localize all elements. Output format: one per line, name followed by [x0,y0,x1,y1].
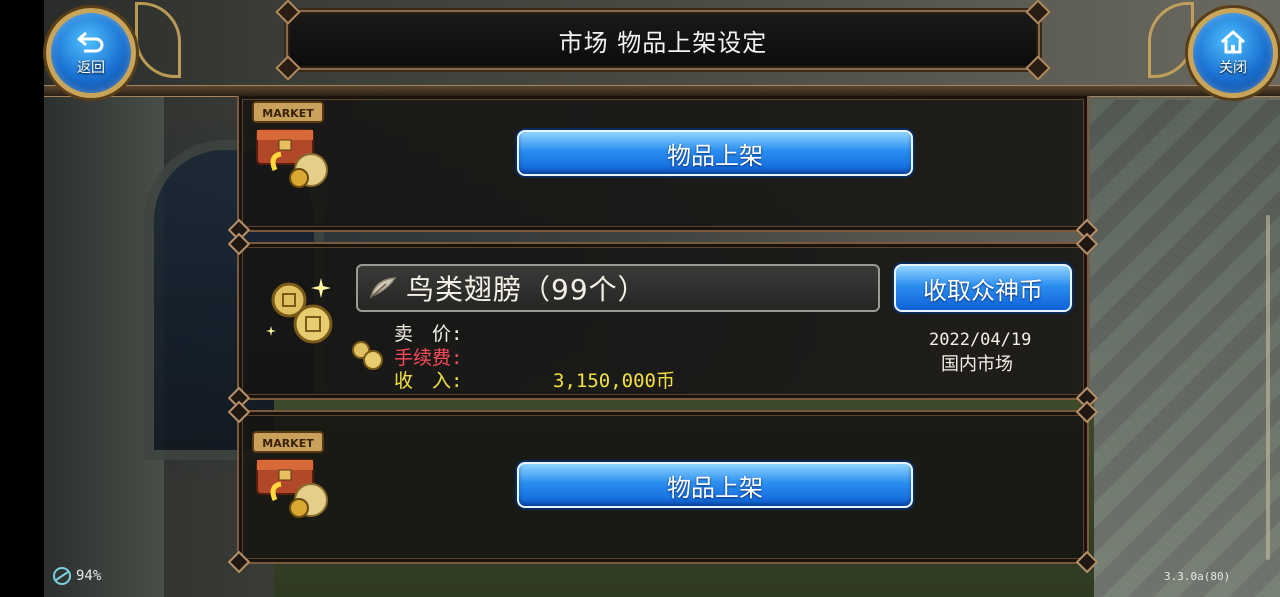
market-chest-icon: MARKET [252,431,328,518]
item-name: 鸟类翅膀（99个） [406,273,647,306]
battery-level: 94% [76,568,102,584]
back-button[interactable]: 返回 [46,8,136,98]
income-value: 3,150,000币 [553,370,675,392]
home-icon [1220,30,1246,54]
battery-indicator: 94% [50,566,101,586]
market-location: 国内市场 [941,354,1013,375]
version-label: 3.3.0a(80) [1164,570,1231,583]
back-label: 返回 [77,60,105,76]
title-bar: 市场 物品上架设定 [275,0,1051,81]
svg-text:MARKET: MARKET [262,107,314,120]
scrollbar[interactable] [1266,215,1270,560]
svg-text:MARKET: MARKET [262,437,314,450]
battery-icon [53,567,71,585]
listing-slot-3: MARKET 物品上架 [227,400,1099,574]
coins-icon [352,341,383,370]
feather-icon [369,277,397,299]
list-item-button[interactable]: 物品上架 [517,130,913,176]
list-item-button[interactable]: 物品上架 [517,462,913,508]
market-chest-icon: MARKET [252,101,328,188]
page-title: 市场 物品上架设定 [558,28,768,57]
back-arrow-icon [77,31,104,53]
sale-price-label: 卖 价: [394,323,463,345]
coins-icon [266,278,333,344]
sold-item-box: 鸟类翅膀（99个） [356,264,880,312]
close-label: 关闭 [1219,60,1247,76]
listing-slot-1: MARKET 物品上架 [227,96,1099,242]
background-courtyard [1090,100,1280,597]
income-label: 收 入: [394,370,463,392]
collect-coins-button[interactable]: 收取众神币 [894,264,1072,312]
sale-date: 2022/04/19 [929,330,1032,350]
listing-slot-2: 鸟类翅膀（99个） 收取众神币 卖 价: 手续费: 收 入: 3,150,000… [227,232,1099,410]
close-button[interactable]: 关闭 [1188,8,1278,98]
